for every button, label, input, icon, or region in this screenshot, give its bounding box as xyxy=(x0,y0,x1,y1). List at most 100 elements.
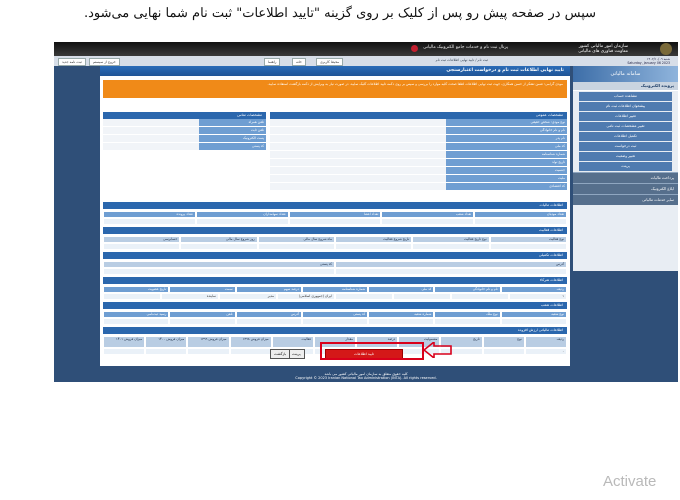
header-bar: پرتال ثبت نام و خدمات جامع الکترونیک مال… xyxy=(54,42,678,56)
table-cell xyxy=(335,268,567,275)
table-cell xyxy=(434,318,501,325)
field-value xyxy=(103,143,199,150)
contact-info-panel: مشخصات تماس تلفن همراه تلفن ثابت پست الکتر… xyxy=(103,112,266,151)
date-gregorian: Saturday, January 06 2023 xyxy=(627,61,670,65)
field-value xyxy=(103,135,199,142)
sidebar-item[interactable]: پیشخوان اطلاعات ثبت نام xyxy=(579,102,672,111)
document-caption: سپس در صفحه پیش رو پس از کلیک بر روی گزی… xyxy=(83,6,597,21)
table-cell xyxy=(103,268,335,275)
org-name: سازمان امور مالیاتی کشور معاونت فناوری ه… xyxy=(538,44,628,54)
table-header-cell: تعداد شعب xyxy=(381,211,475,218)
date-display: شنبه ۱۴۰۲/۱۰/۰۹ Saturday, January 06 202… xyxy=(627,57,670,65)
field-label: کد اقتصادی xyxy=(446,183,567,190)
sidebar-footer-item[interactable]: سایر خدمات مالیاتی xyxy=(573,194,678,205)
sidebar-section-title[interactable]: پرونده الکترونیک xyxy=(573,82,678,91)
tab-new-registration[interactable]: ثبت نامه جدید xyxy=(58,58,86,66)
tab-help[interactable]: راهنما xyxy=(264,58,281,66)
main-panel: تایید نهایی اطلاعات ثبت نام و درخواست اع… xyxy=(100,66,570,366)
table-cell xyxy=(368,318,435,325)
back-button[interactable]: بازگشت xyxy=(270,349,291,359)
sidebar-item[interactable]: تغییر مشخصات ثبت نامی xyxy=(579,122,672,131)
sidebar-item[interactable]: ثبت درخواست xyxy=(579,142,672,151)
field-label: پست الکترونیک xyxy=(198,135,266,142)
table-header-cell: تعداد مودیان xyxy=(474,211,567,218)
trust-table: آدرس کد پستی xyxy=(103,261,567,275)
tab-logout[interactable]: خروج از سیستم xyxy=(89,58,120,66)
table-cell xyxy=(451,293,509,300)
emblem-icon xyxy=(660,43,672,55)
general-info-row: ملیت xyxy=(270,175,567,183)
general-info-rows: نوع مودی: شخص حقیقی نام و نام خانوادگی نام… xyxy=(270,119,567,191)
general-info-row: نام و نام خانوادگی xyxy=(270,127,567,135)
table-header-cell: نوع تاریخ فعالیت xyxy=(412,236,490,243)
sidebar-item[interactable]: پرینت xyxy=(579,162,672,171)
tab-user-area[interactable]: محیط کاربری xyxy=(316,58,344,66)
table-cell xyxy=(393,293,451,300)
general-info-row: نام پدر xyxy=(270,135,567,143)
field-label: کد ملی xyxy=(446,143,567,150)
field-label: ملیت xyxy=(446,175,567,182)
table-cell xyxy=(187,348,230,355)
table-cell xyxy=(145,348,188,355)
table-cell: مدیر xyxy=(219,293,277,300)
table-header-cell: میزان فروش ۱۳۹۹ xyxy=(187,336,230,348)
table-header-cell: شماره شعبه xyxy=(368,311,435,318)
table-cell: ۱ xyxy=(509,293,567,300)
highlight-box xyxy=(320,342,424,360)
contact-info-row: کد پستی xyxy=(103,143,266,151)
field-value xyxy=(270,183,447,190)
sidebar-footer-item[interactable]: ابلاغ الکترونیک xyxy=(573,183,678,194)
table-cell: ایران (جمهوری اسلامی) xyxy=(277,293,335,300)
table-header-cell: تاریخ عضویت xyxy=(103,286,170,293)
sidebar-footer-item[interactable]: پرداخت مالیات xyxy=(573,172,678,183)
field-value xyxy=(270,175,447,182)
field-value xyxy=(103,127,199,134)
general-info-row: تاریخ تولد xyxy=(270,159,567,167)
tab-home[interactable]: خانه xyxy=(292,58,306,66)
section-title: اطلاعات مالیات xyxy=(103,202,567,209)
section-title: اطلاعات شعب xyxy=(103,302,567,309)
sidebar-item[interactable]: تکمیل اطلاعات xyxy=(579,132,672,141)
table-cell xyxy=(103,318,170,325)
sidebar-item[interactable]: تغییر وضعیت xyxy=(579,152,672,161)
field-label: جنسیت xyxy=(446,167,567,174)
section-title: اطلاعات مالیاتی ارزش افزوده xyxy=(103,327,567,334)
table-cell xyxy=(381,218,475,225)
table-cell xyxy=(500,318,567,325)
table-header-cell: نام و نام خانوادگی xyxy=(434,286,501,293)
table-cell xyxy=(195,218,289,225)
general-info-row: جنسیت xyxy=(270,167,567,175)
activate-watermark: Activate xyxy=(603,473,657,490)
arrow-icon xyxy=(424,342,452,358)
contact-info-rows: تلفن همراه تلفن ثابت پست الکترونیک کد پستی xyxy=(103,119,266,151)
portal-title: پرتال ثبت نام و خدمات جامع الکترونیک مال… xyxy=(423,45,508,50)
table-cell xyxy=(103,218,196,225)
table-cell: نماینده xyxy=(161,293,219,300)
footer-line-2: Copyright © 2023 Iranian National Tax Ad… xyxy=(295,376,437,380)
section-title: اطلاعات تکمیلی xyxy=(103,252,567,259)
table-header-cell: تاریخ شروع فعالیت xyxy=(335,236,413,243)
field-label: تلفن همراه xyxy=(198,119,266,126)
table-header-cell: میزان فروش ۱۳۹۸ xyxy=(229,336,272,348)
field-value xyxy=(270,143,447,150)
field-label: نام و نام خانوادگی xyxy=(446,127,567,134)
warning-notice: مودی گرامی: ضمن تشکر از حسن همکاری، جهت … xyxy=(103,80,567,98)
field-label: تاریخ تولد xyxy=(446,159,567,166)
table-cell xyxy=(335,293,393,300)
table-header-cell: میزان فروش ۱۴۰۱ xyxy=(102,336,146,348)
field-value xyxy=(270,119,447,126)
table-header-cell: کد پستی xyxy=(103,261,335,268)
field-label: نام پدر xyxy=(446,135,567,142)
sidebar-item[interactable]: تغییر اطلاعات xyxy=(579,112,672,121)
sidebar-item[interactable]: مشاهده حساب xyxy=(579,92,672,101)
partner-table: ردیف نام و نام خانوادگی کد ملی شماره شناسنا… xyxy=(103,286,567,300)
table-cell xyxy=(103,243,181,250)
table-cell xyxy=(257,243,336,250)
table-header-cell: تلفن xyxy=(169,311,236,318)
nav-bar: ثبت نامه جدید خروج از سیستم راهنما خانه … xyxy=(54,56,678,66)
table-cell xyxy=(169,318,236,325)
table-cell xyxy=(229,348,272,355)
table-header-cell: آدرس xyxy=(335,261,567,268)
print-button[interactable]: پرینت xyxy=(288,349,305,359)
general-info-panel: مشخصات عمومی نوع مودی: شخص حقیقی نام و نا… xyxy=(270,112,567,191)
